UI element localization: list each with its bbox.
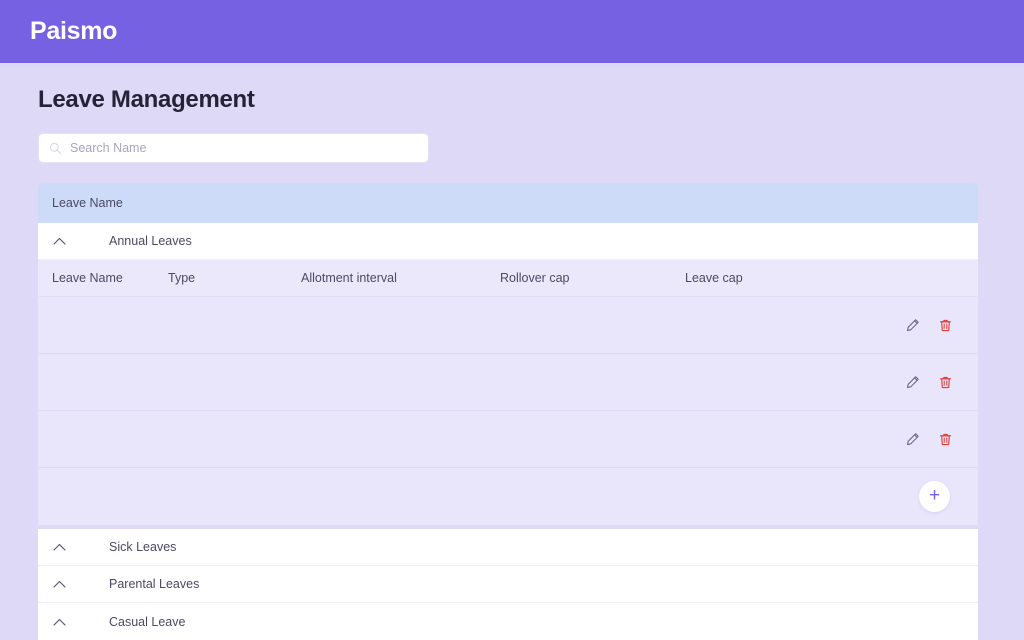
chevron-up-icon[interactable] <box>44 618 74 626</box>
trash-icon[interactable] <box>937 374 954 391</box>
page-content: Leave Management Leave Name Annual Leave… <box>0 86 1024 640</box>
column-header-type: Type <box>168 271 301 285</box>
app-header: Paismo <box>0 0 1024 63</box>
column-header-leave-cap: Leave cap <box>685 271 900 285</box>
accordion-label: Parental Leaves <box>109 577 199 591</box>
chevron-up-icon[interactable] <box>44 237 74 245</box>
column-header-rollover-cap: Rollover cap <box>500 271 685 285</box>
pencil-icon[interactable] <box>904 317 921 334</box>
search-input[interactable] <box>70 141 418 155</box>
row-actions <box>900 374 978 391</box>
accordion-row-parental-leaves[interactable]: Parental Leaves <box>38 566 978 603</box>
accordion-label: Casual Leave <box>109 615 185 629</box>
search-icon <box>49 142 62 155</box>
row-actions <box>900 431 978 448</box>
trash-icon[interactable] <box>937 431 954 448</box>
accordion-label: Annual Leaves <box>109 234 192 248</box>
table-group-header: Leave Name <box>38 183 978 223</box>
search-box[interactable] <box>38 133 429 163</box>
plus-icon: + <box>929 486 940 505</box>
accordion-row-annual-leaves[interactable]: Annual Leaves <box>38 223 978 260</box>
column-header-allotment-interval: Allotment interval <box>301 271 500 285</box>
sub-table-header: Leave Name Type Allotment interval Rollo… <box>38 260 978 297</box>
accordion-row-sick-leaves[interactable]: Sick Leaves <box>38 529 978 566</box>
trash-icon[interactable] <box>937 317 954 334</box>
table-row <box>38 297 978 354</box>
add-row-band: + <box>38 468 978 525</box>
page-title: Leave Management <box>38 86 1024 114</box>
pencil-icon[interactable] <box>904 431 921 448</box>
chevron-up-icon[interactable] <box>44 580 74 588</box>
table-row <box>38 354 978 411</box>
pencil-icon[interactable] <box>904 374 921 391</box>
accordion-label: Sick Leaves <box>109 540 176 554</box>
add-leave-button[interactable]: + <box>919 481 950 512</box>
table-row <box>38 411 978 468</box>
leave-table-card: Leave Name Annual Leaves Leave Name Type… <box>38 183 978 640</box>
group-header-label: Leave Name <box>52 196 123 210</box>
accordion-row-casual-leave[interactable]: Casual Leave <box>38 603 978 640</box>
column-header-leave-name: Leave Name <box>38 271 168 285</box>
chevron-up-icon[interactable] <box>44 543 74 551</box>
row-actions <box>900 317 978 334</box>
brand-logo[interactable]: Paismo <box>30 17 117 46</box>
